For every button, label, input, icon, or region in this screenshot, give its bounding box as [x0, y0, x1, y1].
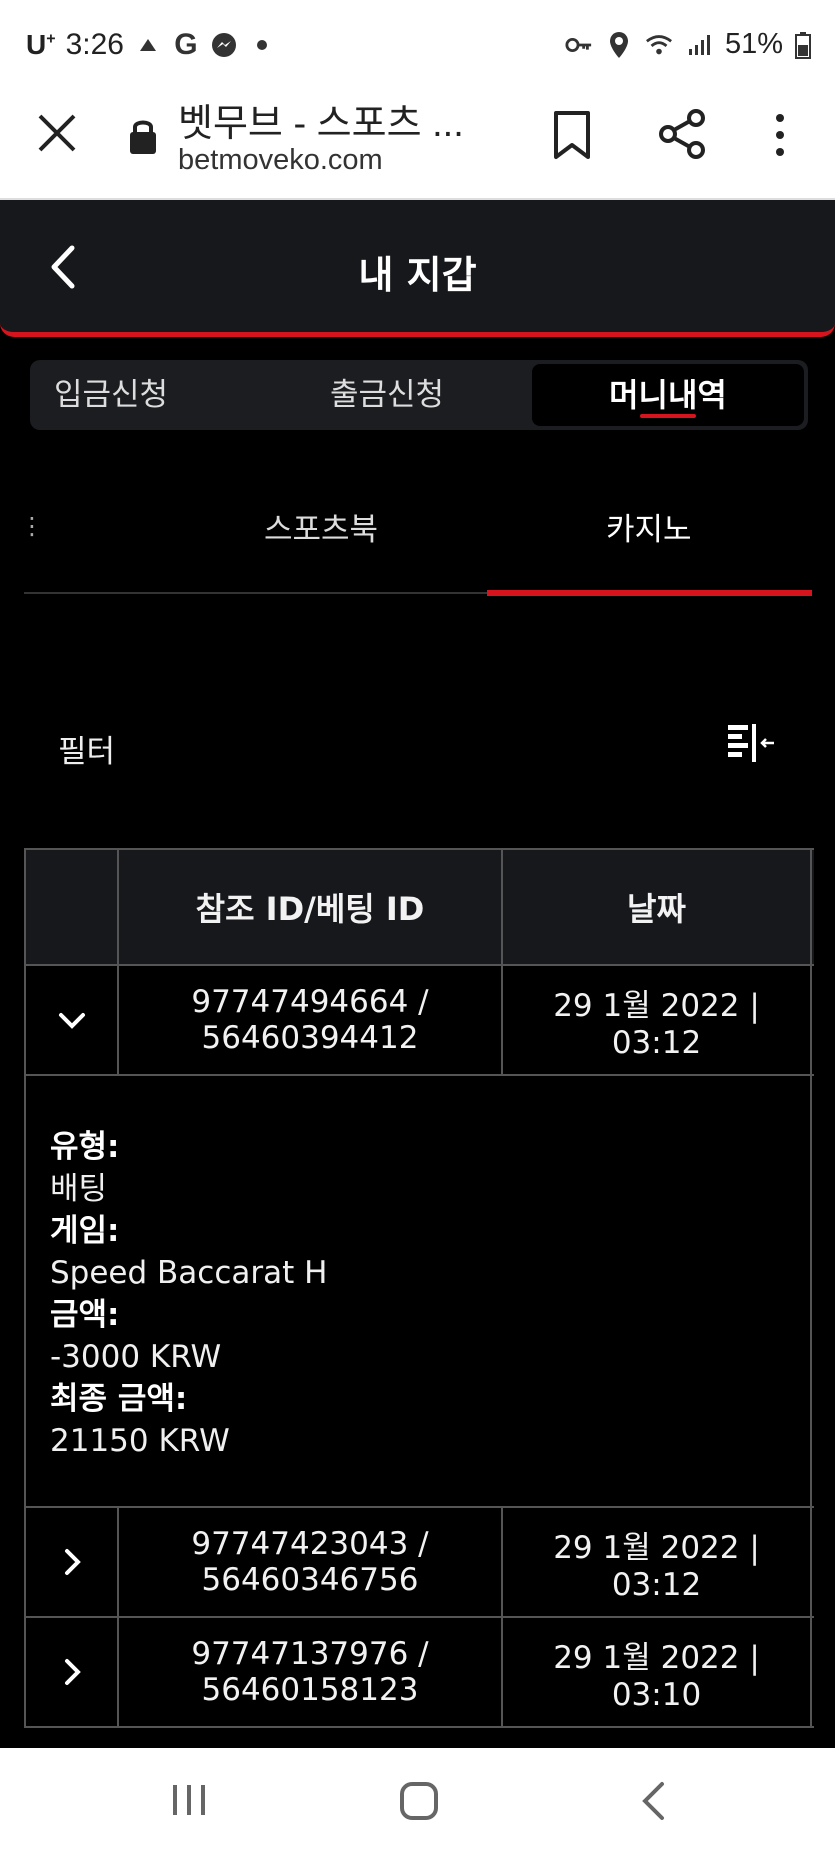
back-icon[interactable] [640, 1780, 666, 1822]
active-category-indicator [487, 590, 812, 596]
status-left: U+ 3:26 G [26, 28, 276, 62]
wallet-header: 내 지갑 [0, 200, 835, 337]
close-icon[interactable] [34, 110, 80, 156]
row-detail: 유형: 배팅 게임: Speed Baccarat H 금액: -3000 KR… [26, 1076, 814, 1508]
page-url[interactable]: betmoveko.com [178, 144, 383, 177]
google-icon: G [174, 28, 198, 61]
bookmark-icon[interactable] [550, 110, 594, 160]
detail-game-label: 게임: [50, 1213, 120, 1249]
table-row[interactable]: 97747494664 /56460394412 29 1월 2022 | 03:… [26, 966, 814, 1076]
table-row[interactable]: 97747137976 /56460158123 29 1월 2022 | 03:… [26, 1618, 814, 1728]
date-cell: 29 1월 2022 | 03:12 [503, 966, 812, 1074]
filter-toggle-icon[interactable] [726, 722, 776, 764]
recent-apps-icon[interactable] [170, 1782, 208, 1818]
detail-game-value: Speed Baccarat H [50, 1255, 328, 1291]
status-bar: U+ 3:26 G 51% [0, 0, 835, 82]
detail-final-label: 최종 금액: [50, 1381, 188, 1417]
ref-id-cell: 97747494664 /56460394412 [119, 966, 503, 1074]
date-cell: 29 1월 2022 | 03:12 [503, 1508, 812, 1616]
detail-amount-value: -3000 KRW [50, 1339, 222, 1375]
status-right: 51% [565, 28, 811, 61]
tab-withdraw[interactable]: 출금신청 [330, 360, 444, 430]
column-header-date: 날짜 [503, 850, 812, 964]
row-toggle[interactable] [26, 1618, 119, 1726]
battery-percent: 51% [724, 28, 783, 60]
tab-money-history-label: 머니내역 [609, 376, 727, 414]
column-header-expand [26, 850, 119, 964]
messenger-icon [210, 30, 238, 60]
header-title: 내 지갑 [358, 253, 477, 297]
row-toggle[interactable] [26, 966, 119, 1074]
dot-icon [248, 30, 276, 60]
system-nav-bar [0, 1748, 835, 1856]
home-icon[interactable] [398, 1780, 440, 1822]
detail-type-value: 배팅 [50, 1171, 108, 1207]
carrier-label: U+ [26, 29, 56, 60]
date-cell: 29 1월 2022 | 03:10 [503, 1618, 812, 1726]
lock-icon[interactable] [128, 116, 158, 156]
ref-id-cell: 97747137976 /56460158123 [119, 1618, 503, 1726]
filter-label[interactable]: 필터 [58, 726, 115, 771]
detail-amount-label: 금액: [50, 1297, 120, 1333]
transactions-table: 참조 ID/베팅 ID 날짜 97747494664 /56460394412 … [24, 848, 814, 1728]
category-tabs: ⋮ 스포츠북 카지노 [20, 480, 812, 596]
tab-sportsbook[interactable]: 스포츠북 [264, 504, 378, 549]
detail-type-label: 유형: [50, 1129, 120, 1165]
notification-icon [134, 30, 162, 60]
wallet-tabs: 입금신청 출금신청 머니내역 [30, 360, 808, 430]
more-options-icon[interactable] [770, 110, 790, 160]
signal-icon [685, 30, 713, 60]
table-row[interactable]: 97747423043 /56460346756 29 1월 2022 | 03:… [26, 1508, 814, 1618]
row-detail-content: 유형: 배팅 게임: Speed Baccarat H 금액: -3000 KR… [26, 1076, 812, 1506]
tab-hidden-category[interactable]: ⋮ [20, 512, 44, 540]
tab-casino[interactable]: 카지노 [606, 504, 692, 549]
battery-icon [795, 30, 811, 60]
key-icon [565, 30, 593, 60]
page-title[interactable]: 벳무브 - 스포츠 ... [178, 92, 464, 147]
tab-money-history[interactable]: 머니내역 [532, 364, 804, 426]
location-icon [605, 30, 633, 60]
chevron-down-icon [58, 1013, 85, 1029]
active-tab-indicator [640, 414, 696, 418]
wifi-icon [645, 30, 673, 60]
tab-deposit[interactable]: 입금신청 [54, 360, 168, 430]
chevron-right-icon [64, 1659, 81, 1685]
browser-toolbar: 벳무브 - 스포츠 ... betmoveko.com [0, 82, 835, 200]
status-time: 3:26 [65, 28, 124, 61]
row-toggle[interactable] [26, 1508, 119, 1616]
detail-final-value: 21150 KRW [50, 1423, 230, 1459]
chevron-right-icon [64, 1549, 81, 1575]
column-header-ref-id: 참조 ID/베팅 ID [119, 850, 503, 964]
share-icon[interactable] [658, 108, 708, 160]
ref-id-cell: 97747423043 /56460346756 [119, 1508, 503, 1616]
table-header: 참조 ID/베팅 ID 날짜 [26, 850, 814, 966]
